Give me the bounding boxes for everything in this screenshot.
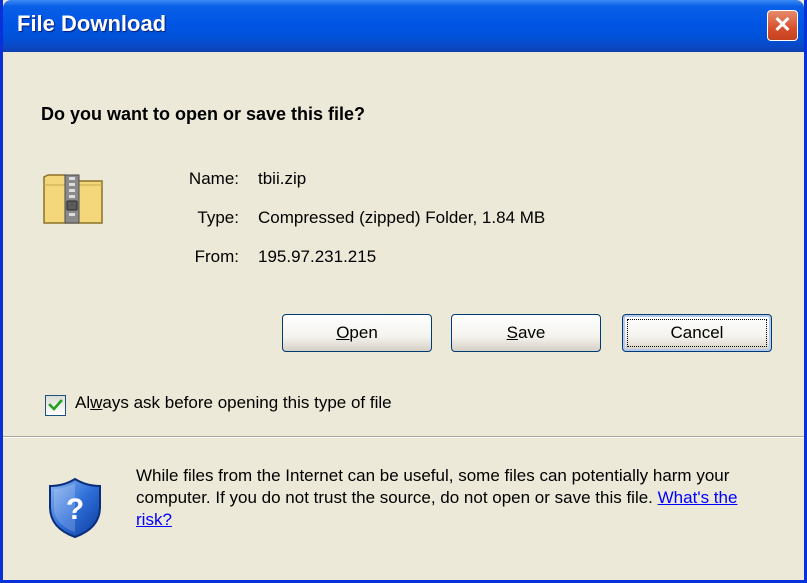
from-label: From: — [194, 247, 239, 266]
save-accel: S — [506, 323, 518, 342]
file-source-value: 195.97.231.215 — [258, 247, 377, 266]
open-button[interactable]: Open — [282, 314, 432, 352]
file-type-value: Compressed (zipped) Folder, 1.84 MB — [258, 208, 546, 227]
type-label: Type: — [197, 208, 239, 227]
zip-folder-icon — [43, 174, 103, 224]
file-download-dialog: File Download ✕ Do you want to open or s… — [0, 0, 807, 583]
always-ask-label[interactable]: Always ask before opening this type of f… — [75, 393, 392, 413]
dialog-question: Do you want to open or save this file? — [41, 104, 366, 124]
name-label: Name: — [188, 169, 239, 188]
title-bar[interactable]: File Download ✕ — [3, 0, 804, 52]
always-ask-label-post: ays ask before opening this type of file — [102, 393, 392, 412]
open-label: pen — [349, 323, 378, 342]
security-shield-icon: ? — [49, 477, 101, 539]
security-warning: While files from the Internet can be use… — [136, 465, 776, 531]
close-icon: ✕ — [773, 12, 792, 37]
always-ask-checkbox[interactable] — [45, 395, 66, 416]
always-ask-label-pre: Al — [75, 393, 91, 412]
cancel-label: Cancel — [670, 323, 724, 342]
save-button[interactable]: Save — [451, 314, 601, 352]
dialog-body: Do you want to open or save this file? N… — [3, 52, 804, 436]
window-title: File Download — [17, 11, 167, 36]
file-name-value: tbii.zip — [258, 169, 307, 188]
always-ask-accel: w — [90, 393, 103, 412]
open-accel: O — [336, 323, 350, 342]
cancel-button[interactable]: Cancel — [622, 314, 772, 352]
close-button[interactable]: ✕ — [767, 10, 798, 41]
save-label: ave — [517, 323, 546, 342]
checkmark-icon — [48, 399, 63, 411]
svg-text:?: ? — [66, 493, 84, 526]
warning-text: While files from the Internet can be use… — [136, 466, 730, 507]
